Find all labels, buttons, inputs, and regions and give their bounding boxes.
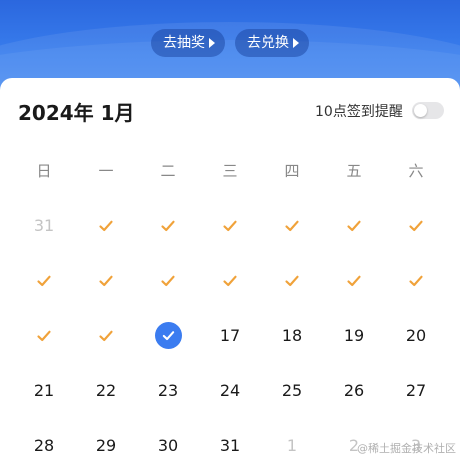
checkmark-icon [222, 218, 238, 234]
watermark: @稀土掘金技术社区 [357, 442, 456, 455]
day-number: 1 [286, 436, 298, 455]
calendar-day[interactable]: 27 [385, 363, 447, 418]
checkmark-icon [160, 273, 176, 289]
day-number: 18 [281, 326, 303, 345]
reminder-toggle[interactable] [412, 102, 444, 119]
calendar-day[interactable]: 30 [137, 418, 199, 460]
checkmark-icon [98, 218, 114, 234]
calendar-day[interactable]: 19 [323, 308, 385, 363]
calendar-day[interactable] [13, 308, 75, 363]
checkmark-icon [284, 218, 300, 234]
caret-right-icon [293, 38, 299, 48]
day-number: 30 [157, 436, 179, 455]
day-number: 22 [95, 381, 117, 400]
lottery-label: 去抽奖 [163, 35, 205, 51]
day-number: 31 [33, 216, 55, 235]
calendar-day[interactable]: 24 [199, 363, 261, 418]
checkmark-icon [222, 273, 238, 289]
day-number: 20 [405, 326, 427, 345]
calendar-day[interactable] [199, 253, 261, 308]
calendar-grid: 日 一 二 三 四 五 六 31 17 18 19 20 21 22 23 24 25 26 27 28 29 30 31 1… [13, 142, 447, 460]
calendar-day[interactable]: 1 [261, 418, 323, 460]
toggle-knob [414, 104, 427, 117]
day-number: 17 [219, 326, 241, 345]
weekday-header: 六 [408, 161, 424, 180]
calendar-day[interactable]: 25 [261, 363, 323, 418]
today-check-icon [154, 322, 182, 349]
calendar-day[interactable]: 28 [13, 418, 75, 460]
calendar-day[interactable] [137, 308, 199, 363]
reminder-label: 10点签到提醒 [315, 104, 403, 120]
weekday-header: 日 [36, 161, 52, 180]
calendar-day[interactable] [261, 198, 323, 253]
checkmark-icon [408, 273, 424, 289]
calendar-day[interactable]: 31 [199, 418, 261, 460]
calendar-day[interactable] [137, 253, 199, 308]
weekday-header: 三 [222, 161, 238, 180]
day-number: 24 [219, 381, 241, 400]
calendar-day[interactable] [261, 253, 323, 308]
weekday-header: 五 [346, 161, 362, 180]
calendar-day[interactable] [13, 253, 75, 308]
calendar-day[interactable]: 20 [385, 308, 447, 363]
calendar-day[interactable] [385, 198, 447, 253]
caret-right-icon [209, 38, 215, 48]
calendar-card: 2024年 1月 10点签到提醒 日 一 二 三 四 五 六 31 17 18 19 20 21 22 23… [0, 78, 460, 460]
day-number: 29 [95, 436, 117, 455]
weekday-header: 一 [98, 161, 114, 180]
day-number: 21 [33, 381, 55, 400]
calendar-day[interactable]: 17 [199, 308, 261, 363]
checkmark-icon [98, 273, 114, 289]
calendar-day[interactable]: 18 [261, 308, 323, 363]
calendar-day[interactable]: 31 [13, 198, 75, 253]
day-number: 19 [343, 326, 365, 345]
day-number: 23 [157, 381, 179, 400]
calendar-day[interactable] [385, 253, 447, 308]
day-number: 27 [405, 381, 427, 400]
checkmark-icon [346, 218, 362, 234]
day-number: 31 [219, 436, 241, 455]
day-number: 26 [343, 381, 365, 400]
calendar-day[interactable] [199, 198, 261, 253]
checkmark-icon [36, 328, 52, 344]
calendar-day[interactable] [75, 308, 137, 363]
checkmark-icon [284, 273, 300, 289]
calendar-day[interactable]: 26 [323, 363, 385, 418]
weekday-header: 四 [284, 161, 300, 180]
month-title: 2024年 1月 [18, 101, 135, 125]
lottery-button[interactable]: 去抽奖 [151, 29, 225, 57]
calendar-day[interactable] [323, 198, 385, 253]
exchange-button[interactable]: 去兑换 [235, 29, 309, 57]
weekday-header: 二 [160, 161, 176, 180]
checkmark-icon [98, 328, 114, 344]
day-number: 28 [33, 436, 55, 455]
calendar-day[interactable]: 22 [75, 363, 137, 418]
calendar-day[interactable] [75, 198, 137, 253]
calendar-day[interactable]: 21 [13, 363, 75, 418]
checkmark-icon [346, 273, 362, 289]
checkmark-icon [160, 218, 176, 234]
checkmark-icon [408, 218, 424, 234]
calendar-day[interactable] [75, 253, 137, 308]
calendar-day[interactable] [323, 253, 385, 308]
day-number: 25 [281, 381, 303, 400]
calendar-day[interactable] [137, 198, 199, 253]
calendar-day[interactable]: 23 [137, 363, 199, 418]
exchange-label: 去兑换 [247, 35, 289, 51]
calendar-day[interactable]: 29 [75, 418, 137, 460]
checkmark-icon [36, 273, 52, 289]
